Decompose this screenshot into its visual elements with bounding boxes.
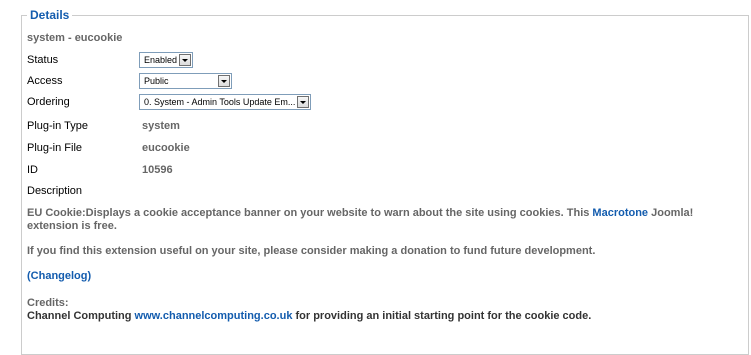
donation-paragraph: If you find this extension useful on you… (27, 245, 596, 257)
credits-heading: Credits: (27, 297, 69, 309)
chevron-down-icon[interactable] (297, 96, 309, 108)
id-value: 10596 (142, 164, 173, 176)
chevron-down-icon[interactable] (218, 75, 230, 87)
access-select[interactable]: Public (139, 73, 232, 89)
chevron-down-icon[interactable] (179, 54, 191, 66)
changelog-link[interactable]: (Changelog) (27, 270, 91, 282)
plugin-type-label: Plug-in Type (27, 120, 88, 132)
macrotone-link[interactable]: Macrotone (592, 207, 648, 219)
plugin-file-value: eucookie (142, 142, 190, 154)
description-label: Description (27, 185, 83, 197)
id-label: ID (27, 164, 38, 176)
status-label: Status (27, 54, 59, 66)
access-label: Access (27, 75, 63, 87)
credits-text-2: for providing an initial starting point … (292, 310, 592, 322)
plugin-type-row: Plug-in Type system (27, 118, 727, 136)
plugin-file-row: Plug-in File eucookie (27, 140, 727, 158)
plugin-type-value: system (142, 120, 180, 132)
ordering-label: Ordering (27, 96, 70, 108)
ordering-select[interactable]: 0. System - Admin Tools Update Em... (139, 94, 311, 110)
status-select[interactable]: Enabled (139, 52, 193, 68)
ordering-select-value: 0. System - Admin Tools Update Em... (144, 97, 296, 107)
channelcomputing-link[interactable]: www.channelcomputing.co.uk (135, 310, 293, 322)
changelog-paragraph: (Changelog) (27, 270, 742, 283)
plugin-title: system - eucookie (27, 32, 123, 44)
description-paragraph: EU Cookie:Displays a cookie acceptance b… (27, 207, 742, 233)
details-legend: Details (27, 8, 73, 22)
status-row: Status Enabled (27, 52, 727, 70)
plugin-file-label: Plug-in File (27, 142, 83, 154)
credits-paragraph: Credits: Channel Computing www.channelco… (27, 297, 742, 323)
description-text-1: EU Cookie:Displays a cookie acceptance b… (27, 207, 593, 219)
ordering-row: Ordering 0. System - Admin Tools Update … (27, 94, 727, 112)
credits-text-1: Channel Computing (27, 310, 135, 322)
id-row: ID 10596 (27, 162, 727, 180)
status-select-value: Enabled (144, 55, 178, 65)
access-row: Access Public (27, 73, 727, 91)
access-select-value: Public (144, 76, 169, 86)
